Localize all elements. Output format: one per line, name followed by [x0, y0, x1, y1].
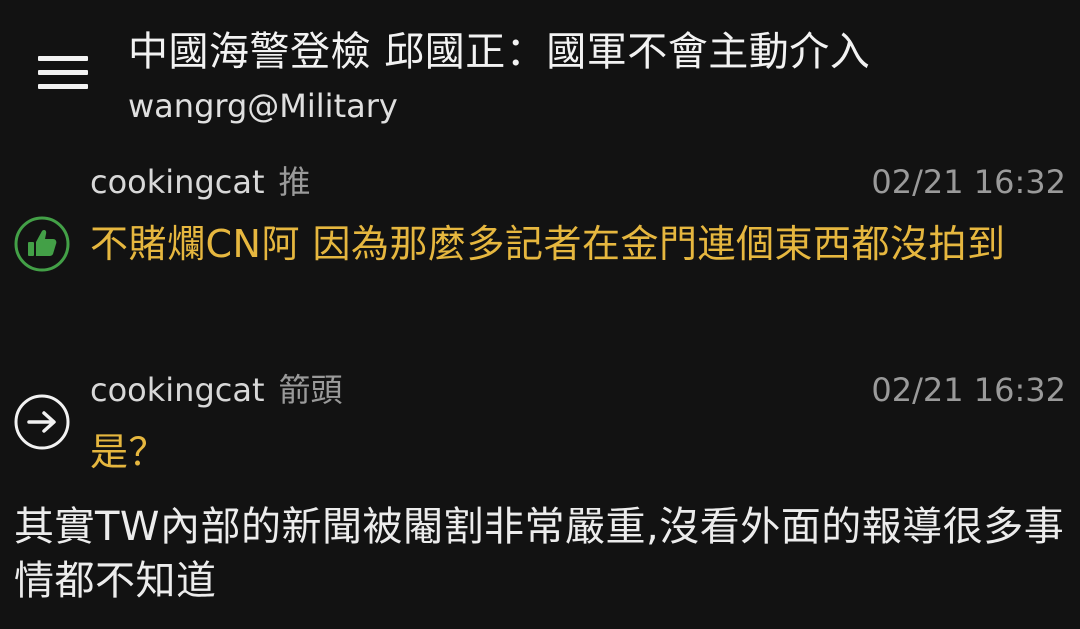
menu-icon-bar-top	[38, 56, 88, 61]
arrow-right-circle-icon	[14, 394, 70, 450]
menu-icon[interactable]	[38, 56, 88, 92]
comment-tag: 箭頭	[278, 371, 343, 409]
comment-time: 02/21 16:32	[871, 371, 1066, 409]
comment-author[interactable]: cookingcat	[90, 163, 265, 201]
article-body-text: 其實TW內部的新聞被閹割非常嚴重,沒看外面的報導很多事情都不知道	[14, 504, 1065, 604]
comment-tag: 推	[278, 163, 311, 201]
comment-meta: cookingcat 推 02/21 16:32	[90, 158, 1066, 206]
article-title: 中國海警登檢 邱國正：國軍不會主動介入	[128, 29, 871, 75]
menu-icon-bar-bottom	[38, 84, 88, 89]
comment-time: 02/21 16:32	[871, 163, 1066, 201]
menu-icon-bar-middle	[38, 70, 88, 75]
article-author-board: wangrg@Military	[128, 87, 398, 125]
comment-meta: cookingcat 箭頭 02/21 16:32	[90, 366, 1066, 414]
comment-text: 是？	[90, 430, 168, 474]
comment-author[interactable]: cookingcat	[90, 371, 265, 409]
thumbs-up-icon	[14, 216, 70, 272]
comment-text: 不賭爛CN阿 因為那麼多記者在金門連個東西都沒拍到	[90, 222, 1006, 266]
